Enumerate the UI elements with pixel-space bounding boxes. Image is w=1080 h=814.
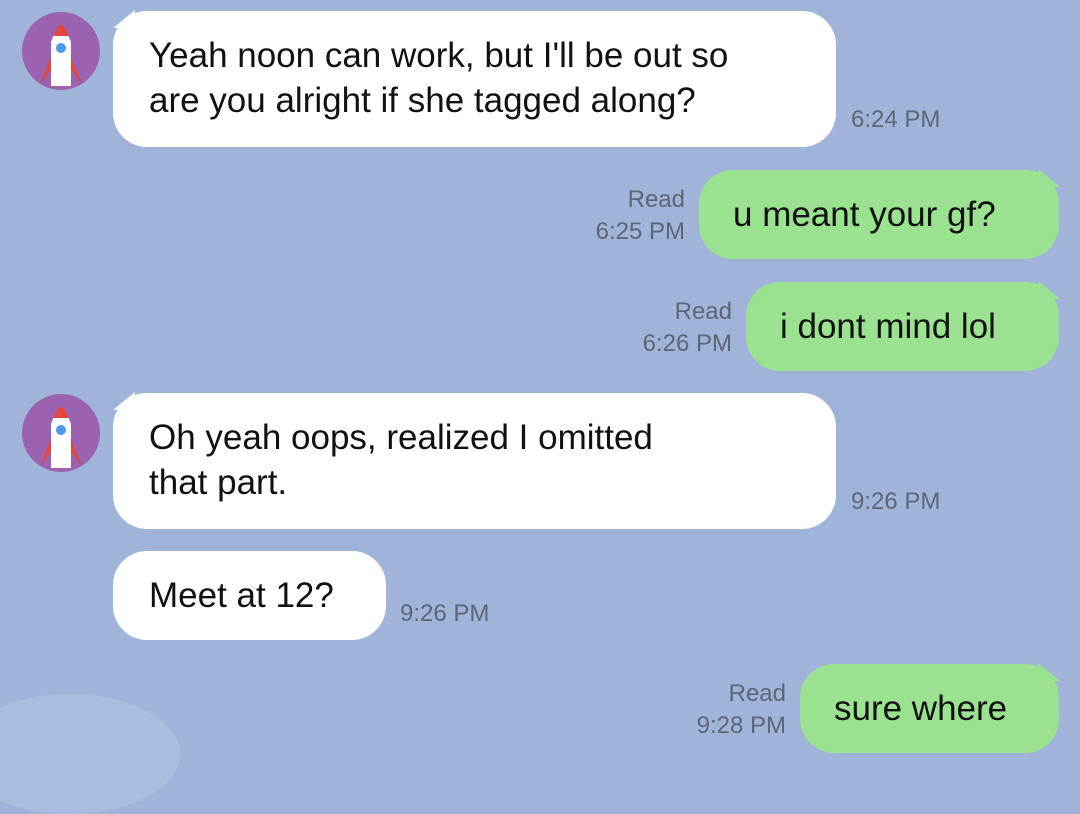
contact-avatar[interactable] bbox=[22, 394, 100, 472]
message-text: Yeah noon can work, but I'll be out so bbox=[149, 36, 729, 75]
message-text: i dont mind lol bbox=[780, 307, 996, 346]
message-text: sure where bbox=[834, 689, 1008, 728]
message-bubble[interactable]: Yeah noon can work, but I'll be out so a… bbox=[113, 11, 836, 147]
message-timestamp: 9:28 PM bbox=[696, 712, 786, 739]
message-timestamp: 6:26 PM bbox=[642, 330, 732, 357]
message-bubble[interactable]: u meant your gf? bbox=[699, 170, 1059, 259]
message-bubble[interactable]: sure where bbox=[800, 664, 1059, 753]
rocket-icon bbox=[40, 25, 82, 86]
rocket-icon bbox=[40, 407, 82, 468]
contact-avatar[interactable] bbox=[22, 12, 100, 90]
message-timestamp: 9:26 PM bbox=[851, 488, 941, 515]
message-bubble[interactable]: i dont mind lol bbox=[746, 282, 1059, 371]
outgoing-message: Read 9:28 PM sure where bbox=[0, 654, 1080, 759]
incoming-message: Oh yeah oops, realized I omitted that pa… bbox=[0, 382, 1080, 532]
message-timestamp: 6:24 PM bbox=[851, 106, 941, 133]
message-text: are you alright if she tagged along? bbox=[149, 81, 696, 120]
outgoing-message: Read 6:26 PM i dont mind lol bbox=[0, 272, 1080, 377]
incoming-message: Yeah noon can work, but I'll be out so a… bbox=[0, 0, 1080, 150]
message-text: Oh yeah oops, realized I omitted bbox=[149, 418, 653, 457]
outgoing-message: Read 6:25 PM u meant your gf? bbox=[0, 160, 1080, 265]
message-timestamp: 9:26 PM bbox=[400, 600, 490, 627]
message-text: that part. bbox=[149, 463, 288, 502]
message-bubble[interactable]: Meet at 12? bbox=[113, 551, 386, 640]
message-bubble[interactable]: Oh yeah oops, realized I omitted that pa… bbox=[113, 393, 836, 529]
read-receipt: Read bbox=[674, 298, 732, 325]
read-receipt: Read bbox=[627, 186, 685, 213]
incoming-message: Meet at 12? 9:26 PM bbox=[0, 540, 1080, 650]
message-text: Meet at 12? bbox=[149, 576, 334, 615]
read-receipt: Read bbox=[728, 680, 786, 707]
message-timestamp: 6:25 PM bbox=[595, 218, 685, 245]
message-text: u meant your gf? bbox=[733, 195, 996, 234]
